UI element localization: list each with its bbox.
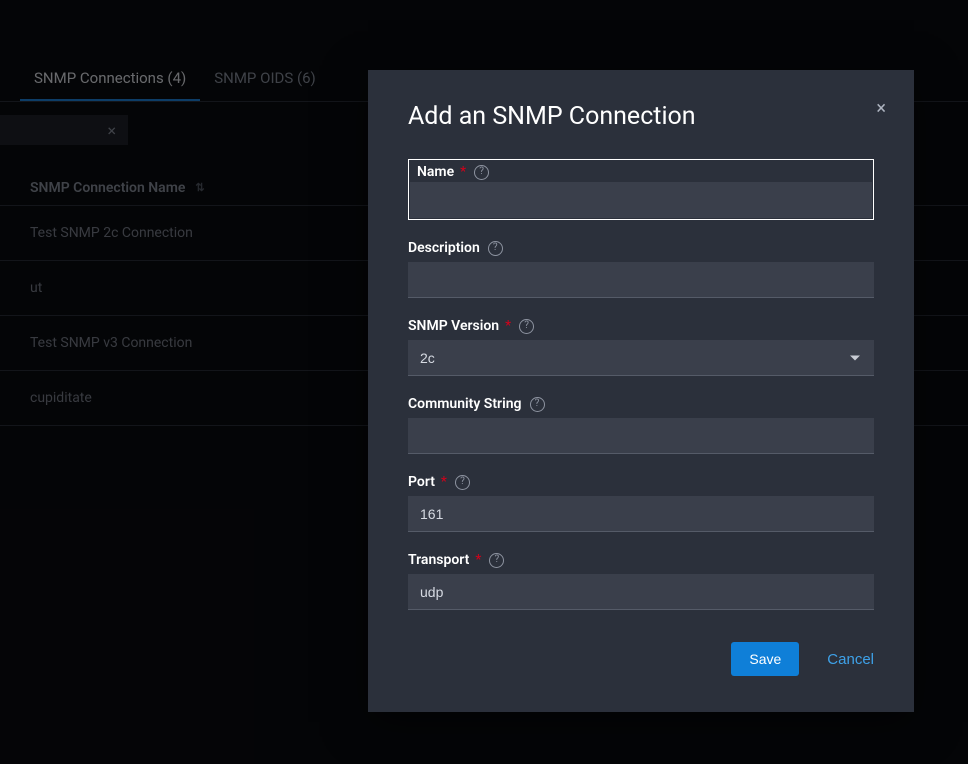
description-input[interactable]: [408, 262, 874, 298]
community-label: Community String: [408, 396, 522, 412]
field-port: Port * ?: [408, 474, 874, 532]
add-connection-dialog: Add an SNMP Connection × Name * ? Descri…: [368, 70, 914, 712]
dialog-actions: Save Cancel: [408, 642, 874, 676]
description-label: Description: [408, 240, 480, 256]
name-input[interactable]: [410, 182, 872, 218]
required-indicator: *: [460, 164, 466, 180]
community-input[interactable]: [408, 418, 874, 454]
required-indicator: *: [505, 318, 511, 334]
port-label: Port: [408, 474, 435, 490]
field-snmp-version: SNMP Version * ?: [408, 318, 874, 376]
field-community-string: Community String ?: [408, 396, 874, 454]
field-transport: Transport * ?: [408, 552, 874, 610]
close-icon[interactable]: ×: [876, 100, 886, 118]
help-icon[interactable]: ?: [455, 475, 470, 490]
version-label: SNMP Version: [408, 318, 499, 334]
field-name: Name * ?: [408, 159, 874, 220]
help-icon[interactable]: ?: [474, 165, 489, 180]
field-description: Description ?: [408, 240, 874, 298]
help-icon[interactable]: ?: [519, 319, 534, 334]
port-input[interactable]: [408, 496, 874, 532]
required-indicator: *: [441, 474, 447, 490]
dialog-title: Add an SNMP Connection: [408, 102, 874, 131]
transport-label: Transport: [408, 552, 469, 568]
transport-input[interactable]: [408, 574, 874, 610]
help-icon[interactable]: ?: [530, 397, 545, 412]
help-icon[interactable]: ?: [488, 241, 503, 256]
name-label: Name: [417, 164, 454, 180]
required-indicator: *: [475, 552, 481, 568]
version-select[interactable]: [408, 340, 874, 376]
cancel-button[interactable]: Cancel: [827, 651, 874, 668]
save-button[interactable]: Save: [731, 642, 799, 676]
help-icon[interactable]: ?: [489, 553, 504, 568]
